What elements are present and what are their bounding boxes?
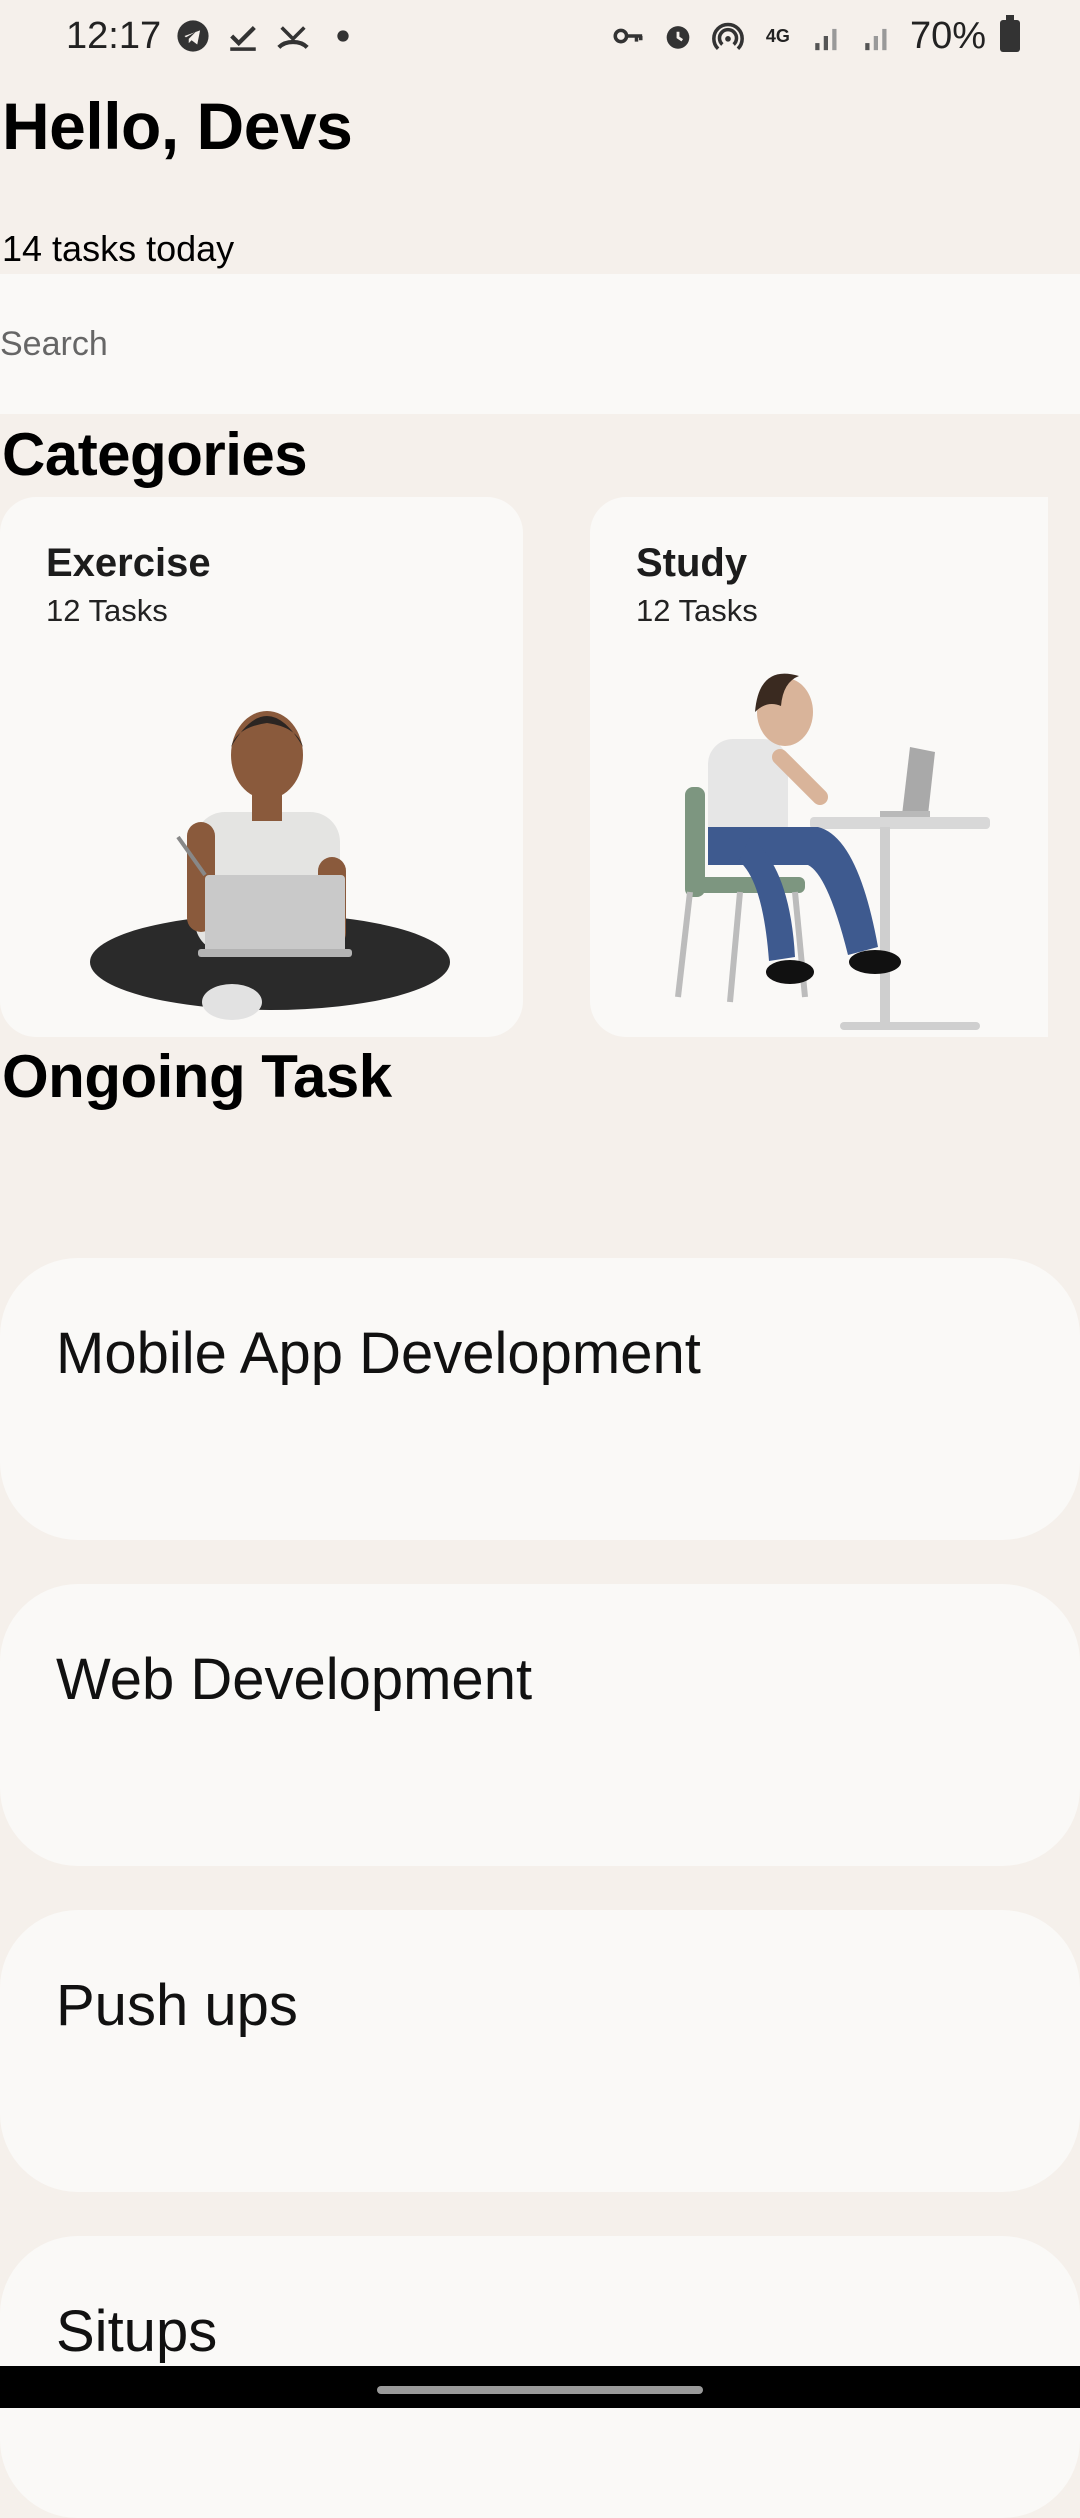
search-bar[interactable]: [0, 274, 1080, 414]
category-count: 12 Tasks: [636, 593, 758, 628]
category-card-study[interactable]: Study 12 Tasks: [590, 497, 1048, 1037]
missed-call-icon: [275, 18, 311, 54]
network-4g-icon: 4G: [760, 18, 796, 54]
category-name: Study: [636, 541, 748, 585]
task-card[interactable]: Mobile App Development: [0, 1258, 1080, 1540]
category-count: 12 Tasks: [46, 593, 168, 628]
task-card[interactable]: Push ups: [0, 1910, 1080, 2192]
dot-icon: [325, 18, 361, 54]
battery-icon: [1000, 15, 1020, 52]
task-label: Push ups: [56, 1973, 298, 2038]
person-with-laptop-illustration: [90, 711, 450, 1020]
check-icon: [225, 18, 261, 54]
home-gesture-handle[interactable]: [377, 2386, 703, 2394]
hotspot-icon: [710, 18, 746, 54]
category-name: Exercise: [46, 541, 211, 585]
task-label: Mobile App Development: [56, 1321, 701, 1386]
greeting-title: Hello, Devs: [2, 89, 353, 163]
system-nav-bar: [0, 2366, 1080, 2408]
search-input[interactable]: [0, 324, 1080, 364]
category-card-exercise[interactable]: Exercise 12 Tasks: [0, 497, 523, 1037]
signal-icon: [810, 18, 846, 54]
status-time: 12:17: [66, 14, 162, 57]
ongoing-task-title: Ongoing Task: [2, 1043, 392, 1110]
status-right: 4G 70%: [610, 15, 1020, 58]
network-label: 4G: [765, 26, 790, 46]
task-label: Web Development: [56, 1647, 533, 1712]
status-left: 12:17: [66, 15, 361, 58]
categories-title: Categories: [2, 421, 308, 488]
task-card[interactable]: Web Development: [0, 1584, 1080, 1866]
signal-icon-2: [860, 18, 896, 54]
vpn-key-icon: [610, 18, 646, 54]
battery-percent: 70%: [909, 14, 986, 57]
person-at-desk-illustration: [675, 673, 990, 1030]
alarm-icon: [660, 18, 696, 54]
telegram-icon: [175, 18, 211, 54]
status-bar: 12:17 4G 70%: [0, 0, 1080, 72]
task-label: Situps: [56, 2299, 218, 2364]
tasks-today-count: 14 tasks today: [2, 228, 235, 269]
